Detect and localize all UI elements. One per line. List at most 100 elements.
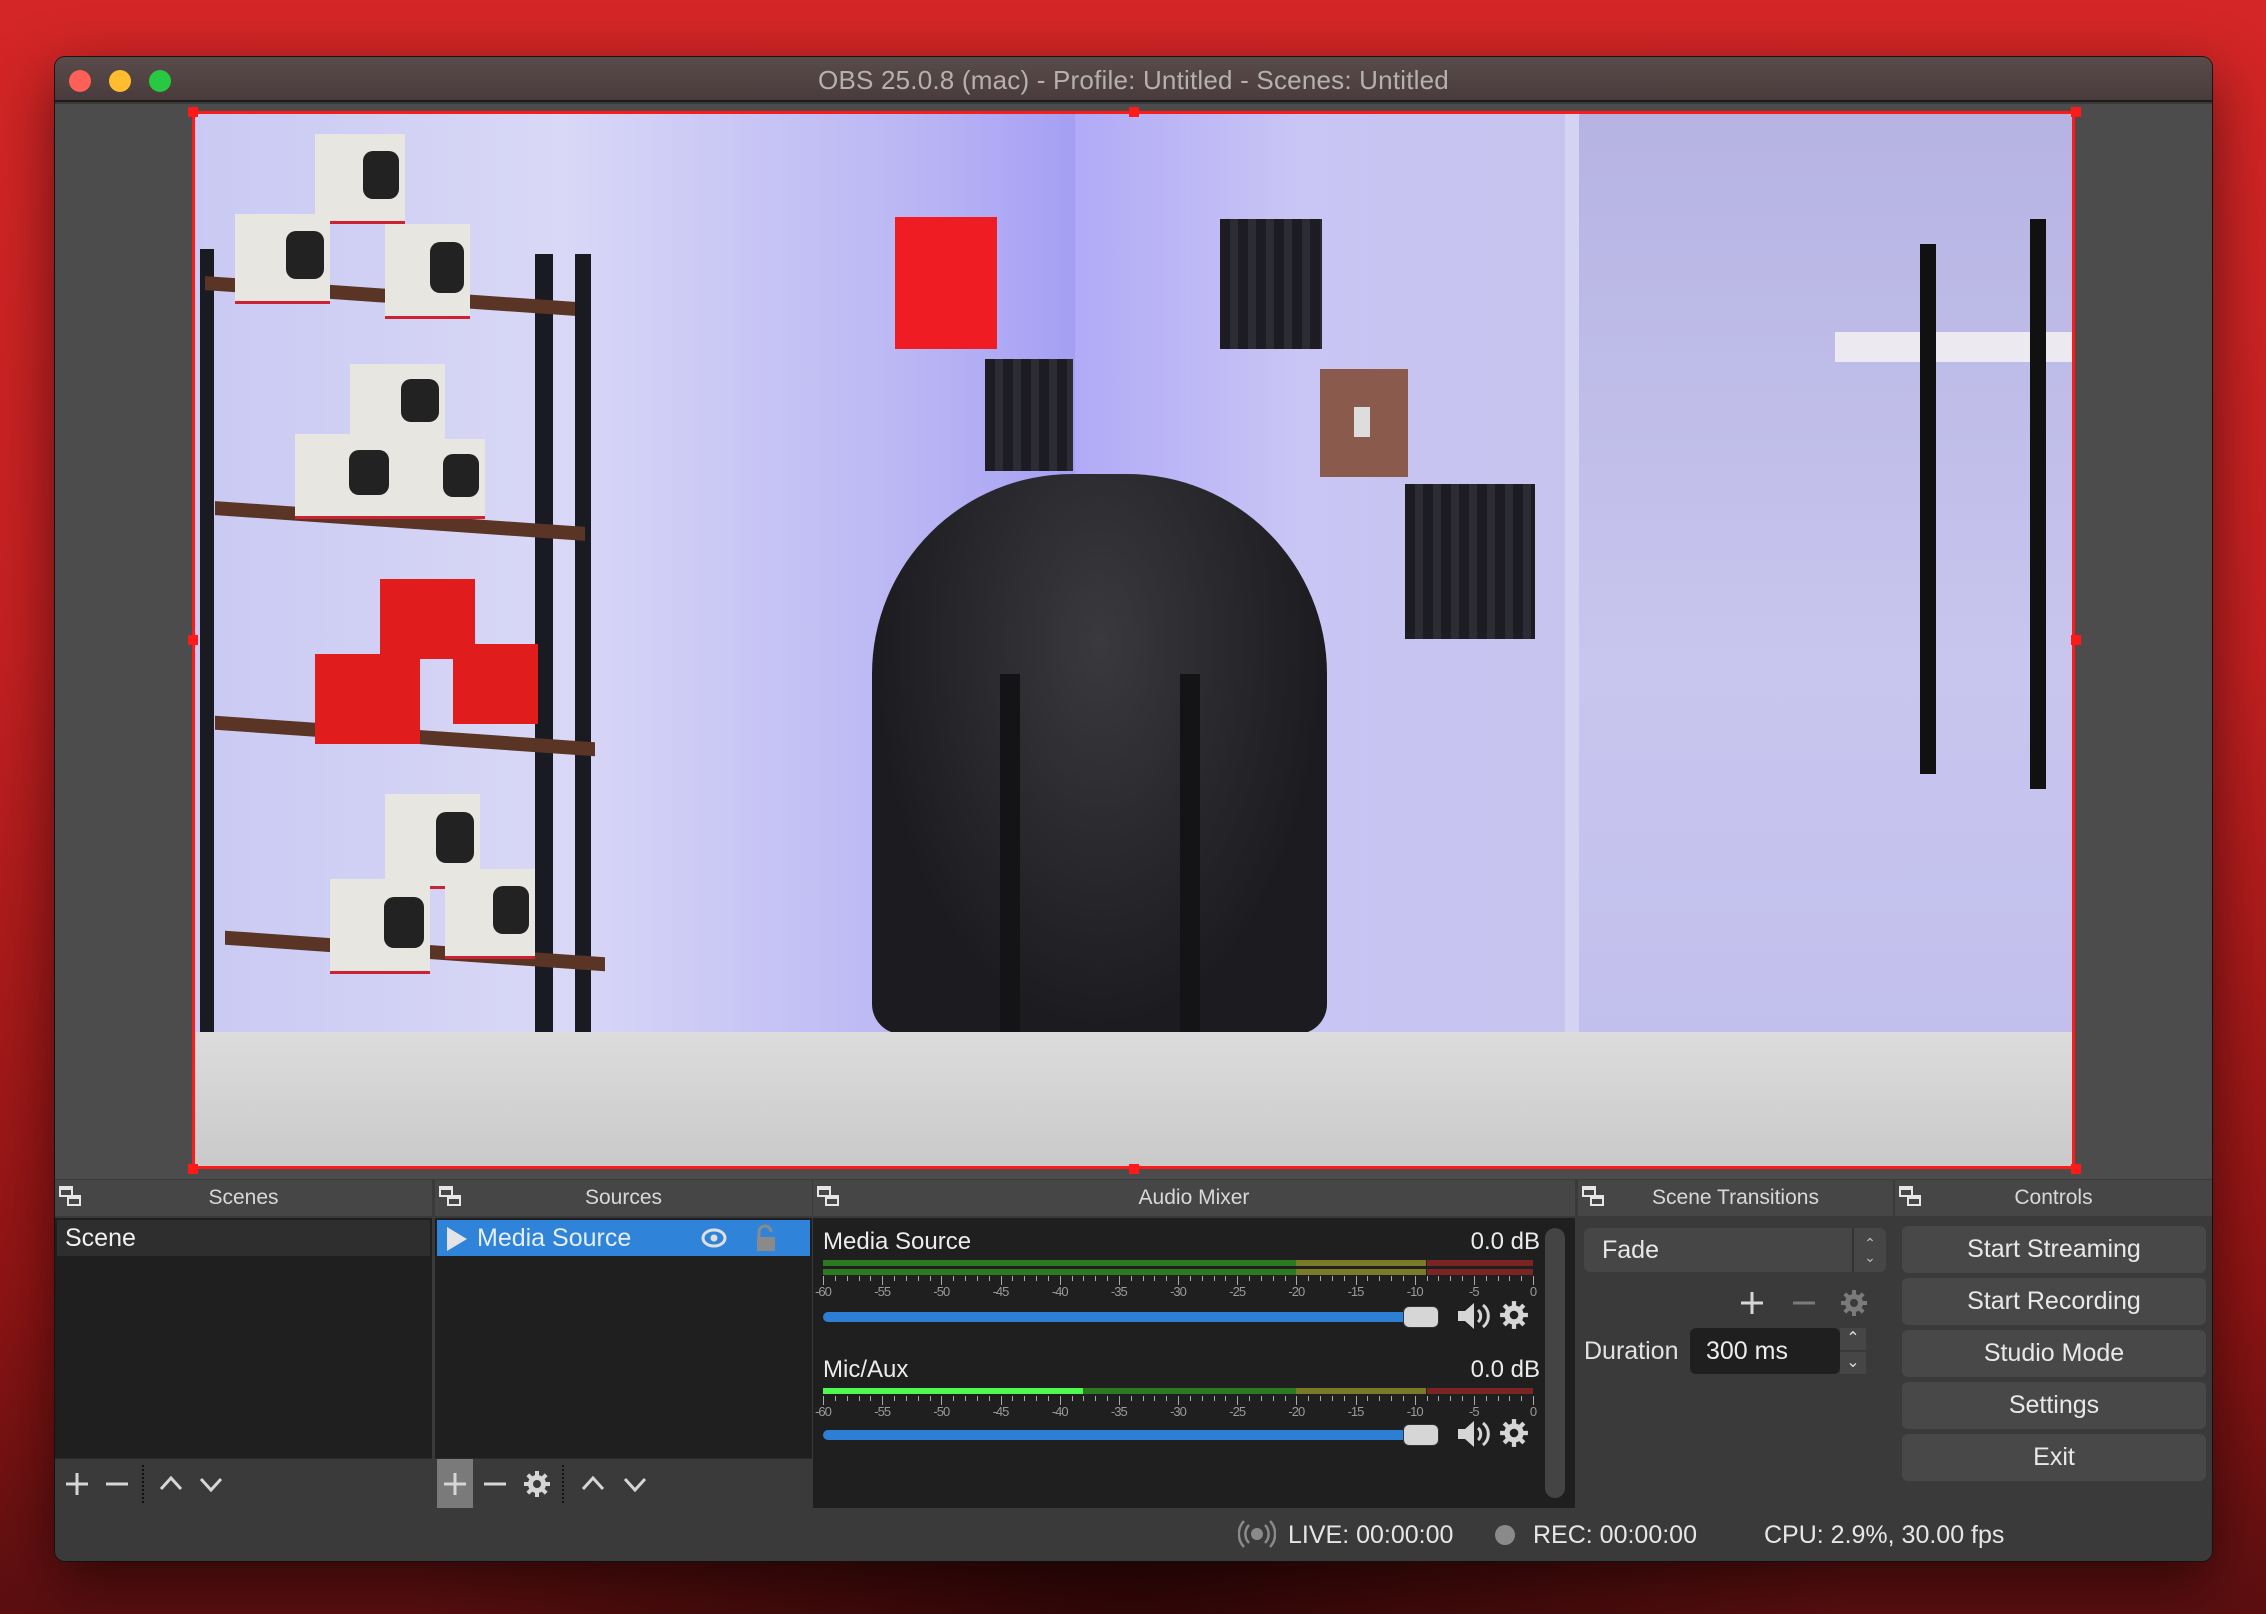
- scenes-dock-header[interactable]: Scenes: [55, 1180, 432, 1216]
- transform-handle-top-right[interactable]: [2071, 107, 2081, 117]
- controls-dock-header[interactable]: Controls: [1895, 1180, 2212, 1216]
- start-streaming-button[interactable]: Start Streaming: [1902, 1226, 2206, 1273]
- meter-tick: [1142, 1276, 1144, 1281]
- meter-tick: [1083, 1396, 1085, 1401]
- move-scene-down-button[interactable]: [193, 1459, 229, 1509]
- window-title: OBS 25.0.8 (mac) - Profile: Untitled - S…: [818, 65, 1449, 95]
- meter-scale: -60 -55 -50 -45 -40 -35 -30 -25 -20 -15 -10 -5 0: [815, 1276, 1537, 1302]
- sources-toolbar: [435, 1458, 812, 1509]
- meter-tick: [1071, 1396, 1073, 1401]
- title-bar[interactable]: OBS 25.0.8 (mac) - Profile: Untitled - S…: [55, 57, 2212, 102]
- meter-tick: [870, 1276, 872, 1281]
- transform-handle-right[interactable]: [2071, 635, 2081, 645]
- audio-mixer-dock-header[interactable]: Audio Mixer: [813, 1180, 1575, 1216]
- scenes-list[interactable]: Scene: [55, 1218, 432, 1508]
- meter-tick: [1189, 1276, 1191, 1281]
- volume-fader[interactable]: [823, 1312, 1413, 1322]
- meter-tick: [834, 1276, 836, 1281]
- source-properties-button[interactable]: [519, 1459, 555, 1509]
- eye-visibility-icon[interactable]: [701, 1227, 727, 1249]
- transition-properties-button[interactable]: [1836, 1286, 1872, 1320]
- transform-handle-bottom[interactable]: [1129, 1164, 1139, 1174]
- meter-tick-label: -40: [1051, 1284, 1069, 1299]
- channel-settings-gear-icon[interactable]: [1499, 1300, 1529, 1330]
- meter-tick-label: -20: [1288, 1404, 1305, 1419]
- transform-handle-top[interactable]: [1129, 107, 1139, 117]
- minus-icon: [106, 1482, 128, 1486]
- remove-source-button[interactable]: [477, 1459, 513, 1509]
- preview-area[interactable]: [55, 104, 2212, 1179]
- move-source-down-button[interactable]: [617, 1459, 653, 1509]
- meter-tick-label: -45: [992, 1284, 1010, 1299]
- acoustic-foam-panel: [985, 359, 1073, 471]
- move-source-up-button[interactable]: [575, 1459, 611, 1509]
- add-source-button[interactable]: [437, 1459, 473, 1509]
- meter-segment: [823, 1269, 1297, 1275]
- undock-icon[interactable]: [59, 1186, 83, 1210]
- plus-icon: [66, 1473, 88, 1495]
- source-item[interactable]: Media Source: [437, 1220, 810, 1256]
- exit-button[interactable]: Exit: [1902, 1434, 2206, 1481]
- audio-channel: Media Source 0.0 dB -60 -55 -50 -45 -40 -35 -30-…: [813, 1228, 1575, 1348]
- scene-item[interactable]: Scene: [57, 1220, 430, 1256]
- transform-handle-left[interactable]: [188, 635, 198, 645]
- remove-scene-button[interactable]: [99, 1459, 135, 1509]
- volume-fader-knob[interactable]: [1403, 1424, 1439, 1446]
- undock-icon[interactable]: [817, 1186, 841, 1210]
- meter-tick-label: -50: [933, 1404, 950, 1419]
- duration-decrement-button[interactable]: ⌄: [1840, 1352, 1866, 1374]
- undock-icon[interactable]: [1582, 1186, 1606, 1210]
- meter-tick: [1331, 1276, 1333, 1281]
- scene-transitions-dock-header[interactable]: Scene Transitions: [1578, 1180, 1893, 1216]
- undock-icon[interactable]: [439, 1186, 463, 1210]
- volume-fader-knob[interactable]: [1403, 1306, 1439, 1328]
- channel-settings-gear-icon[interactable]: [1499, 1418, 1529, 1448]
- cpu-fps-status: CPU: 2.9%, 30.00 fps: [1764, 1521, 2005, 1549]
- meter-tick: [1391, 1396, 1392, 1401]
- start-recording-button[interactable]: Start Recording: [1902, 1278, 2206, 1325]
- add-scene-button[interactable]: [59, 1459, 95, 1509]
- transform-handle-top-left[interactable]: [188, 107, 198, 117]
- sources-dock-header[interactable]: Sources: [435, 1180, 812, 1216]
- meter-tick: [1320, 1276, 1321, 1281]
- speaker-mute-icon[interactable]: [1455, 1416, 1491, 1452]
- meter-tick: [870, 1396, 872, 1401]
- meter-tick: [858, 1396, 860, 1401]
- volume-fader[interactable]: [823, 1430, 1413, 1440]
- undock-icon[interactable]: [1899, 1186, 1923, 1210]
- duration-label: Duration: [1584, 1337, 1679, 1365]
- transform-handle-bottom-right[interactable]: [2071, 1164, 2081, 1174]
- duration-increment-button[interactable]: ⌃: [1840, 1328, 1866, 1350]
- meter-tick: [1272, 1276, 1274, 1281]
- meter-segment: [1296, 1269, 1427, 1275]
- program-preview[interactable]: [192, 111, 2075, 1169]
- meter-tick: [988, 1396, 990, 1401]
- move-scene-up-button[interactable]: [153, 1459, 189, 1509]
- speaker-mute-icon[interactable]: [1455, 1298, 1491, 1334]
- studio-mode-button[interactable]: Studio Mode: [1902, 1330, 2206, 1377]
- meter-tick: [1024, 1276, 1026, 1281]
- volume-meter: [823, 1260, 1533, 1266]
- meter-tick-label: -5: [1469, 1284, 1480, 1299]
- duration-input[interactable]: 300 ms: [1690, 1328, 1840, 1374]
- transform-handle-bottom-left[interactable]: [188, 1164, 198, 1174]
- rec-timer: REC: 00:00:00: [1533, 1521, 1697, 1549]
- gear-icon: [524, 1471, 550, 1497]
- sources-list[interactable]: Media Source: [435, 1218, 812, 1509]
- rec-indicator-icon: [1495, 1525, 1515, 1545]
- meter-segment: [1426, 1269, 1533, 1275]
- meter-tick: [1284, 1396, 1286, 1401]
- settings-button[interactable]: Settings: [1902, 1382, 2206, 1429]
- unlock-icon[interactable]: [755, 1224, 777, 1252]
- remove-transition-button[interactable]: [1786, 1286, 1822, 1320]
- minus-icon: [1793, 1301, 1815, 1305]
- add-transition-button[interactable]: [1734, 1286, 1770, 1320]
- meter-scale: -60 -55 -50 -45 -40 -35 -30 -25 -20 -15 -10 -5 0: [815, 1396, 1537, 1422]
- meter-tick: [905, 1276, 907, 1281]
- transition-select[interactable]: Fade ⌃ ⌄: [1584, 1228, 1886, 1272]
- meter-tick: [1509, 1396, 1511, 1401]
- cork-board: [1320, 369, 1408, 477]
- meter-tick: [1485, 1276, 1487, 1281]
- meter-tick: [1154, 1276, 1156, 1281]
- meter-segment: [1426, 1260, 1533, 1266]
